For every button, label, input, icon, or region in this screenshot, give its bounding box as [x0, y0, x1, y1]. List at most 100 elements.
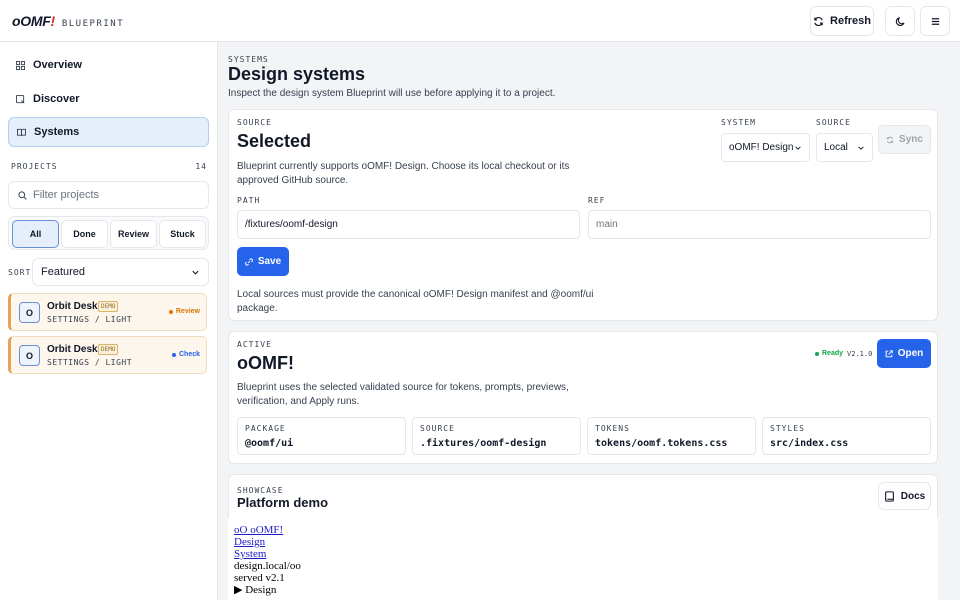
ref-field[interactable]: main	[588, 210, 931, 239]
chevron-down-icon	[795, 145, 801, 150]
status-dot	[171, 352, 176, 357]
source-value: Local	[824, 142, 848, 153]
showcase-caption: SHOWCASE	[237, 486, 284, 495]
meta-styles: STYLES src/index.css	[762, 417, 931, 455]
sort-value: Featured	[41, 266, 86, 278]
project-subtitle: SETTINGS / LIGHT	[47, 358, 133, 367]
theme-toggle-button[interactable]	[885, 6, 915, 36]
save-label: Save	[257, 256, 282, 267]
source-label: SOURCE	[816, 118, 851, 127]
top-bar: oOMF! BLUEPRINT Refresh	[0, 0, 960, 42]
meta-package: PACKAGE @oomf/ui	[237, 417, 406, 455]
project-card[interactable]: O Orbit Desk DEMO SETTINGS / LIGHT Revie…	[8, 293, 207, 331]
source-card: SOURCE Selected Blueprint currently supp…	[228, 109, 938, 321]
active-title: oOMF!	[237, 353, 294, 373]
active-caption: ACTIVE	[237, 340, 272, 349]
docs-button[interactable]: Docs	[878, 482, 931, 510]
active-description-line: verification, and Apply runs.	[237, 396, 360, 407]
meta-tokens: TOKENS tokens/oomf.tokens.css	[587, 417, 756, 455]
source-caption: SOURCE	[237, 118, 272, 127]
breadcrumb: SYSTEMS	[228, 55, 269, 64]
system-label: SYSTEM	[721, 118, 756, 127]
source-description-line: approved GitHub source.	[237, 175, 349, 186]
preview-link-system[interactable]: System	[234, 548, 938, 560]
menu-icon	[931, 17, 939, 25]
demo-badge: DEMO	[98, 344, 119, 355]
source-description-line: Blueprint currently supports oOMF! Desig…	[237, 161, 570, 172]
sidebar-item-label: Systems	[34, 126, 80, 138]
menu-button[interactable]	[920, 6, 950, 36]
preview-disclosure[interactable]: ▶ Design	[234, 584, 938, 596]
status-filter-group: All Done Review Stuck	[8, 216, 209, 250]
ref-label: REF	[588, 196, 606, 205]
project-avatar: O	[19, 302, 40, 323]
sidebar-item-systems[interactable]: Systems	[8, 117, 209, 147]
filter-stuck[interactable]: Stuck	[159, 220, 206, 248]
meta-source: SOURCE .fixtures/oomf-design	[412, 417, 581, 455]
book-icon	[884, 490, 894, 502]
sidebar-item-discover[interactable]: Discover	[8, 84, 209, 114]
demo-badge: DEMO	[98, 301, 119, 312]
projects-label: PROJECTS	[11, 162, 58, 171]
project-avatar: O	[19, 345, 40, 366]
system-value: oOMF! Design	[729, 142, 794, 153]
project-status: Review	[168, 308, 200, 315]
version-label: V2.1.0	[847, 350, 873, 358]
status-dot	[815, 351, 819, 356]
filter-projects-field[interactable]	[8, 181, 209, 209]
sync-label: Sync	[899, 134, 923, 145]
projects-header: PROJECTS 14	[11, 162, 207, 171]
path-value: /fixtures/oomf-design	[245, 219, 338, 230]
system-select[interactable]: oOMF! Design	[721, 133, 810, 162]
preview-link-logo[interactable]: oO oOMF!	[234, 524, 938, 536]
logo-subtitle: BLUEPRINT	[61, 19, 125, 29]
grid-icon	[16, 60, 25, 70]
search-icon	[18, 190, 27, 200]
ready-status: Ready	[815, 350, 843, 357]
filter-done[interactable]: Done	[61, 220, 108, 248]
filter-review[interactable]: Review	[110, 220, 157, 248]
active-description-line: Blueprint uses the selected validated so…	[237, 382, 569, 393]
moon-icon	[895, 16, 904, 26]
preview-url-text: design.local/oo	[234, 560, 301, 573]
refresh-icon	[814, 16, 823, 26]
refresh-button[interactable]: Refresh	[810, 6, 874, 36]
project-status: Check	[171, 351, 200, 358]
path-field[interactable]: /fixtures/oomf-design	[237, 210, 580, 239]
discover-icon	[16, 94, 25, 103]
sort-label: SORT	[8, 268, 32, 277]
source-select[interactable]: Local	[816, 133, 873, 162]
showcase-preview: oO oOMF! Design System design.local/oo s…	[228, 518, 938, 600]
sidebar-item-label: Discover	[33, 93, 80, 105]
open-label: Open	[897, 348, 924, 359]
external-link-icon	[885, 349, 893, 357]
preview-version-text: served v2.1	[234, 572, 285, 585]
save-button[interactable]: Save	[237, 247, 289, 276]
disclosure-triangle-icon: ▶	[234, 584, 243, 597]
book-icon	[17, 128, 26, 136]
project-card[interactable]: O Orbit Desk DEMO SETTINGS / LIGHT Check	[8, 336, 207, 374]
page-title: Design systems	[228, 64, 366, 84]
projects-count: 14	[195, 162, 207, 171]
project-name: Orbit Desk	[47, 301, 98, 312]
logo[interactable]: oOMF! BLUEPRINT	[12, 13, 124, 29]
refresh-label: Refresh	[830, 15, 871, 27]
filter-projects-input[interactable]	[33, 189, 203, 201]
logo-mark: oOMF!	[12, 13, 55, 29]
refresh-icon	[886, 136, 894, 143]
preview-link-design[interactable]: Design	[234, 536, 938, 548]
sidebar-item-label: Overview	[33, 59, 82, 71]
open-button[interactable]: Open	[877, 339, 931, 368]
source-note-line: package.	[237, 303, 278, 314]
sidebar-item-overview[interactable]: Overview	[8, 50, 209, 80]
source-note-line: Local sources must provide the canonical…	[237, 289, 594, 300]
filter-all[interactable]: All	[12, 220, 59, 248]
project-name: Orbit Desk	[47, 344, 98, 355]
page-description: Inspect the design system Blueprint will…	[228, 88, 556, 99]
link-icon	[244, 257, 253, 266]
sort-select[interactable]: Featured	[32, 258, 209, 286]
active-card: ACTIVE oOMF! Ready V2.1.0 Open Blueprint…	[228, 331, 938, 464]
path-label: PATH	[237, 196, 261, 205]
sync-button[interactable]: Sync	[878, 125, 931, 154]
ref-placeholder: main	[596, 219, 618, 230]
